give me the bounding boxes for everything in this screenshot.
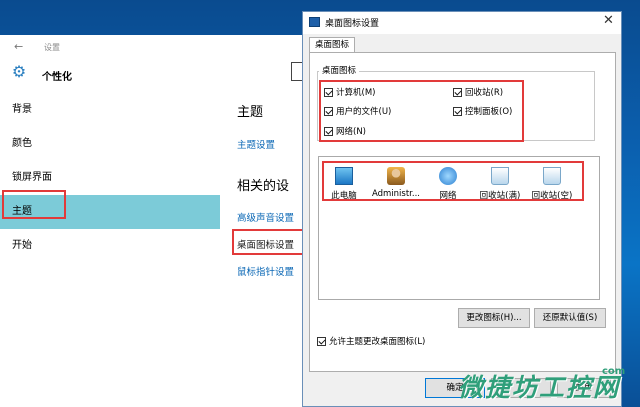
allow-themes-checkbox[interactable]: 允许主题更改桌面图标(L) [317, 335, 425, 347]
dialog-title: 桌面图标设置 [325, 19, 380, 29]
dialog-titlebar[interactable]: 桌面图标设置 ✕ [303, 12, 621, 34]
sidebar-item-start[interactable]: 开始 [0, 229, 220, 263]
sidebar-item-background[interactable]: 背景 [0, 93, 220, 127]
highlight-box-icons [322, 161, 584, 201]
highlight-box-checkboxes [319, 80, 524, 142]
gear-icon: ⚙ [11, 62, 27, 81]
page-title: 个性化 [42, 72, 72, 83]
restore-default-button[interactable]: 还原默认值(S) [534, 308, 606, 328]
theme-settings-link[interactable]: 主题设置 [237, 137, 275, 151]
checkbox-icon [317, 336, 326, 346]
section-title: 主题 [237, 105, 264, 120]
change-icon-button[interactable]: 更改图标(H)... [458, 308, 530, 328]
icon-list: 此电脑 Administr... 网络 回收站(满) 回收站(空) [318, 156, 600, 300]
tab-desktop-icons[interactable]: 桌面图标 [309, 37, 355, 53]
watermark-suffix: com [602, 366, 626, 377]
related-settings-title: 相关的设 [237, 179, 290, 194]
tab-panel: 桌面图标 计算机(M) 回收站(R) 用户的文件(U) 控制面板(O) 网络(N… [309, 52, 616, 372]
advanced-sound-link[interactable]: 高级声音设置 [237, 210, 294, 224]
checkbox-label: 允许主题更改桌面图标(L) [329, 337, 426, 347]
group-label: 桌面图标 [319, 64, 360, 76]
highlight-box-themes [2, 190, 66, 219]
back-arrow-icon[interactable]: ← [14, 40, 23, 53]
monitor-icon [309, 17, 320, 27]
mouse-pointer-link[interactable]: 鼠标指针设置 [237, 264, 294, 278]
settings-window: ← 设置 ⚙ 个性化 背景 颜色 锁屏界面 主题 开始 主题 主题设置 相关的设… [0, 35, 310, 407]
desktop-icon-dialog: 桌面图标设置 ✕ 桌面图标 桌面图标 计算机(M) 回收站(R) 用户的文件(U… [302, 11, 622, 407]
watermark-logo: 微捷坊工控网 [458, 373, 621, 402]
close-icon[interactable]: ✕ [603, 13, 614, 28]
highlight-box-desktop-icons-link [232, 229, 307, 255]
settings-title: 设置 [44, 43, 60, 52]
sidebar-item-colors[interactable]: 颜色 [0, 127, 220, 161]
